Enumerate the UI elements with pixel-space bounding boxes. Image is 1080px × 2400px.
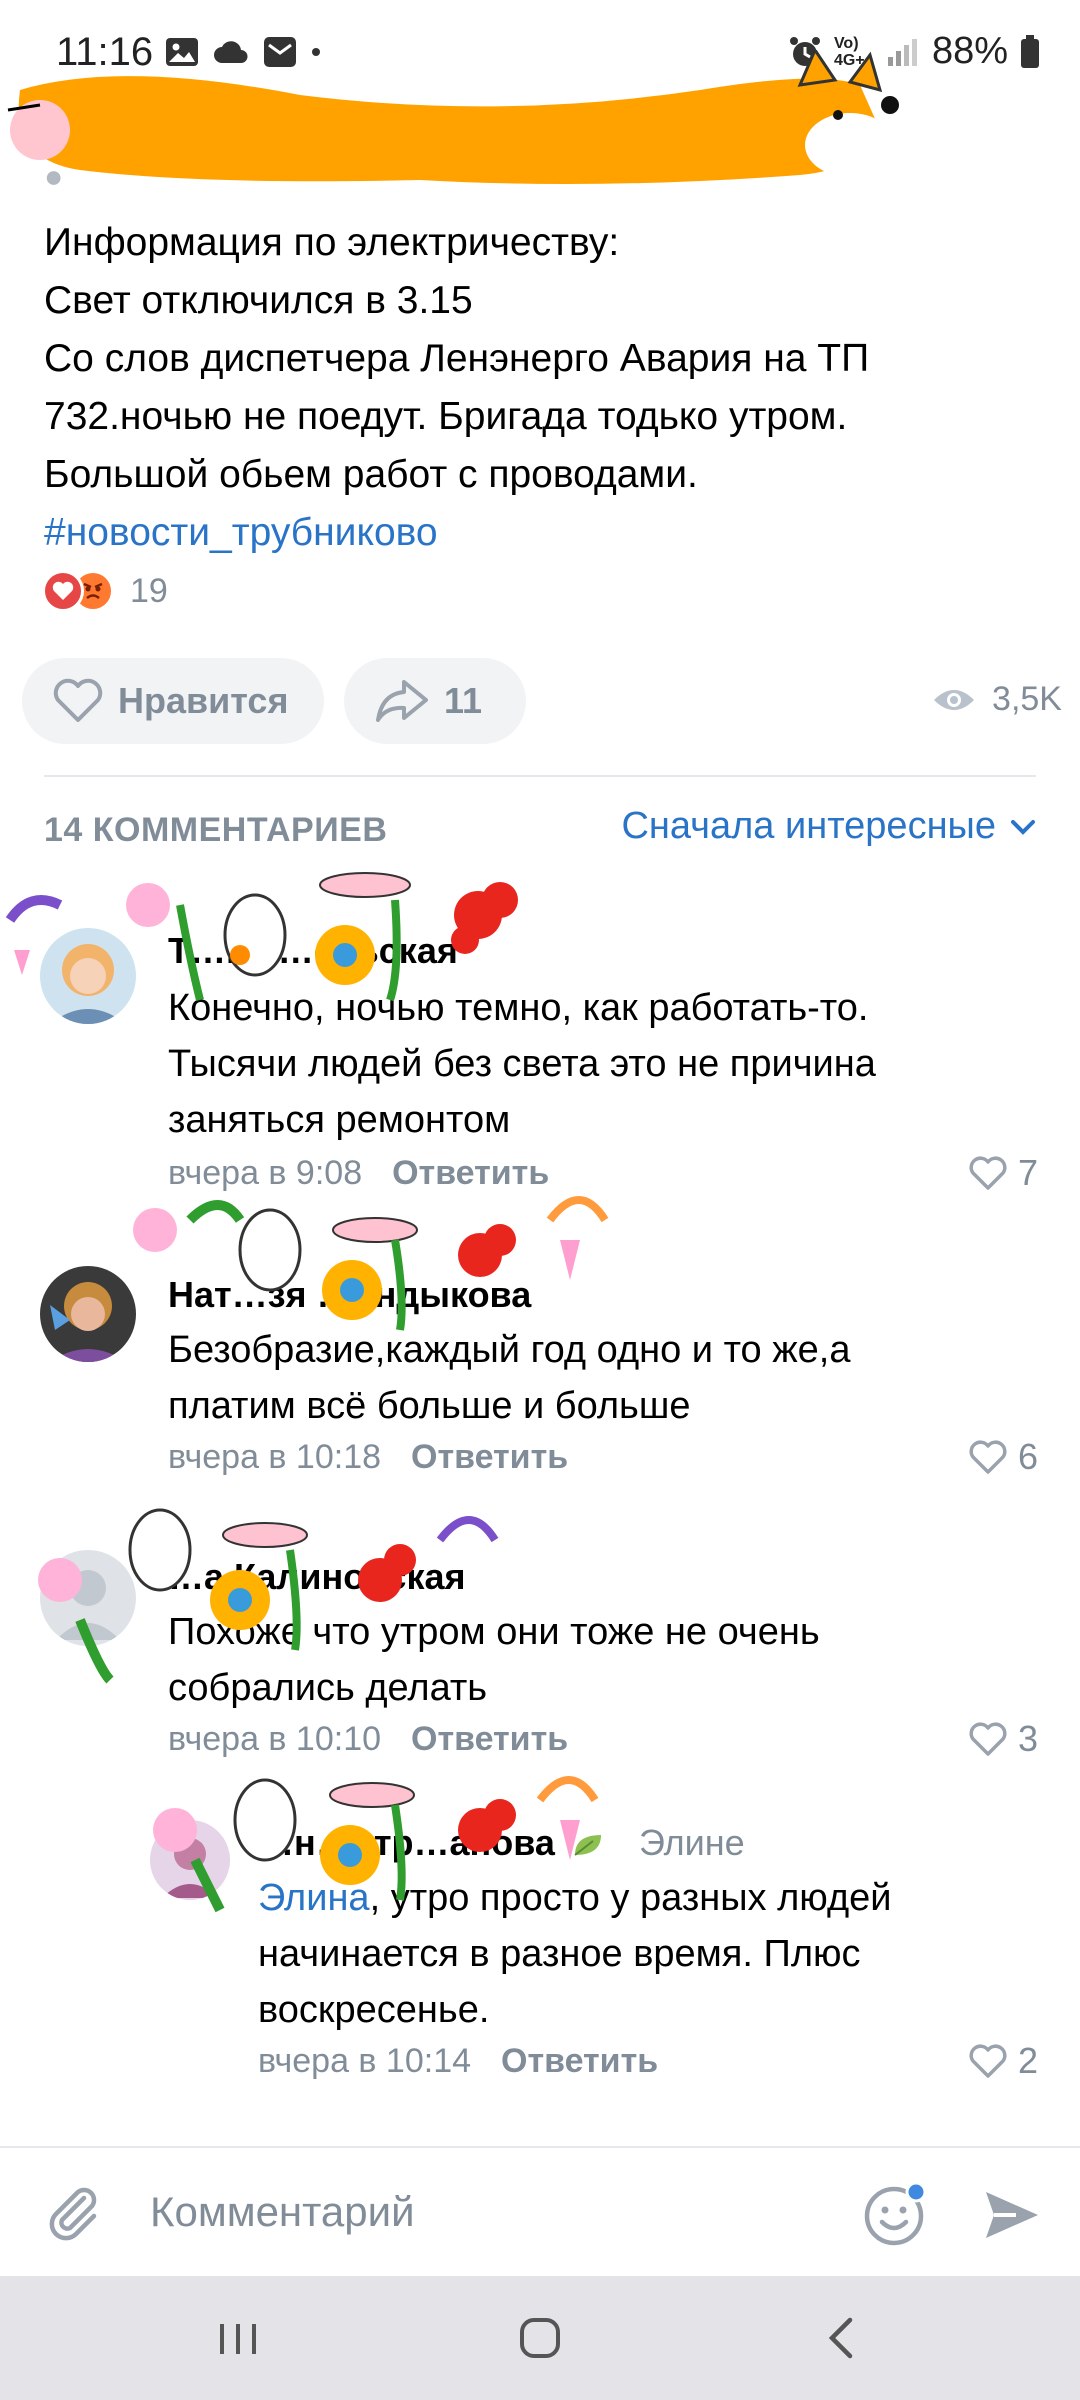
eye-icon [934, 689, 975, 710]
comment-time: вчера в 10:18 [168, 1438, 382, 1476]
comment-like-button[interactable]: 7 [968, 1152, 1038, 1194]
comment-line: Похоже что утром они тоже не очень [168, 1611, 820, 1653]
comment-author[interactable]: Т…на …ельская [168, 930, 458, 972]
like-button[interactable]: Нравится [22, 658, 324, 744]
reply-button[interactable]: Ответить [411, 1720, 568, 1759]
comments-header: 14 КОММЕНТАРИЕВ Сначала интересные [44, 805, 1036, 855]
back-icon[interactable] [814, 2310, 870, 2366]
post-body: Информация по электричеству: Свет отключ… [44, 214, 1044, 562]
battery-percent: 88% [931, 30, 1008, 72]
comment-text: Конечно, ночью темно, как работать-то. Т… [168, 980, 876, 1148]
corgi-sticker [7, 50, 899, 184]
reply-button[interactable]: Ответить [501, 2042, 658, 2081]
avatar[interactable] [40, 1266, 136, 1362]
chevron-down-icon [1011, 819, 1035, 835]
comment: …а Калиновская Похоже что утром они тоже… [0, 1530, 1080, 1770]
comments-count: 14 КОММЕНТАРИЕВ [44, 811, 388, 849]
comment-text: Похоже что утром они тоже не очень собра… [168, 1604, 820, 1716]
divider [44, 775, 1036, 777]
post-line: Со слов диспетчера Ленэнерго Авария на Т… [44, 337, 870, 380]
comment: Нат…зя …индыкова Безобразие,каждый год о… [0, 1230, 1080, 1490]
heart-outline-icon [969, 1440, 1007, 1474]
comment-author[interactable]: …а Калиновская [168, 1556, 466, 1598]
sort-label: Сначала интересные [621, 805, 996, 847]
reactions-count: 19 [130, 571, 168, 610]
comment-like-count: 6 [1017, 1436, 1038, 1477]
reply-to-name[interactable]: Элине [639, 1822, 745, 1863]
comment-like-button[interactable]: 3 [968, 1718, 1038, 1760]
comment-reply: …н…итр…анова Элине Элина, утро просто у … [0, 1800, 1080, 2100]
recent-apps-icon[interactable] [210, 2310, 266, 2366]
views-count: 3,5K [992, 680, 1062, 718]
comment-line: заняться ремонтом [168, 1099, 511, 1141]
post-line: Информация по электричеству: [44, 221, 620, 264]
comment-time: вчера в 10:14 [258, 2042, 472, 2080]
system-nav-bar [0, 2276, 1080, 2400]
avatar[interactable] [40, 1550, 136, 1646]
comment-line: воскресенье. [258, 1989, 490, 2031]
comment-line: собрались делать [168, 1667, 488, 1709]
share-count: 11 [444, 680, 483, 721]
heart-outline-icon [53, 678, 103, 722]
leaf-icon [574, 1835, 601, 1857]
comment-like-count: 7 [1017, 1152, 1038, 1193]
reply-button[interactable]: Ответить [411, 1438, 568, 1477]
post-actions: Нравится 11 3,5K [22, 658, 1062, 744]
comment-line: Конечно, ночью темно, как работать-то. [168, 987, 869, 1029]
home-icon[interactable] [512, 2310, 568, 2366]
mention-link[interactable]: Элина [258, 1877, 370, 1919]
post-line: 732.ночью не поедут. Бригада тодько утро… [44, 395, 848, 438]
share-arrow-icon [376, 680, 428, 722]
comment-line: платим всё больше и больше [168, 1385, 691, 1427]
like-label: Нравится [118, 680, 289, 721]
post-line: Свет отключился в 3.15 [44, 279, 473, 322]
comment-line: Безобразие,каждый год одно и то же,а [168, 1329, 851, 1371]
comment-author[interactable]: …н…итр…анова [258, 1822, 555, 1863]
comment-meta: вчера в 10:10 Ответить [168, 1720, 568, 1759]
heart-outline-icon [969, 1156, 1007, 1190]
comment-line: Тысячи людей без света это не причина [168, 1043, 876, 1085]
comment-line: начинается в разное время. Плюс [258, 1933, 861, 1975]
share-button[interactable]: 11 [344, 658, 526, 744]
avatar[interactable] [150, 1820, 230, 1900]
comment-meta: вчера в 10:14 Ответить [258, 2042, 658, 2081]
comment-meta: вчера в 9:08 Ответить [168, 1154, 549, 1193]
comment-like-count: 2 [1017, 2040, 1038, 2081]
emoji-icon[interactable] [862, 2180, 930, 2248]
reply-button[interactable]: Ответить [392, 1154, 549, 1193]
post-line: Большой обьем работ с проводами. [44, 453, 698, 496]
sort-comments-button[interactable]: Сначала интересные [621, 805, 1036, 848]
comment-time: вчера в 9:08 [168, 1154, 363, 1192]
comment-composer [0, 2146, 1080, 2276]
comment-like-button[interactable]: 2 [968, 2040, 1038, 2082]
comment-like-count: 3 [1017, 1718, 1038, 1759]
comment-author[interactable]: Нат…зя …индыкова [168, 1274, 531, 1316]
comment-like-button[interactable]: 6 [968, 1436, 1038, 1478]
post-author-peek: ● [44, 158, 64, 194]
reactions-summary[interactable]: 19 [42, 570, 168, 612]
views-counter: 3,5K [932, 680, 1062, 719]
comment-input[interactable] [150, 2176, 830, 2248]
comment-meta: вчера в 10:18 Ответить [168, 1438, 568, 1477]
comment-author-row: …н…итр…анова Элине [258, 1822, 745, 1864]
heart-reaction-icon [42, 570, 84, 612]
send-icon[interactable] [982, 2186, 1042, 2244]
avatar[interactable] [40, 928, 136, 1024]
comment-line: Элина, утро просто у разных людей [258, 1870, 891, 1926]
heart-outline-icon [969, 2044, 1007, 2078]
paperclip-icon[interactable] [44, 2184, 104, 2244]
comment: Т…на …ельская Конечно, ночью темно, как … [0, 910, 1080, 1200]
comment-line-rest: , утро просто у разных людей [369, 1877, 892, 1919]
comment-time: вчера в 10:10 [168, 1720, 382, 1758]
comment-text: Безобразие,каждый год одно и то же,а пла… [168, 1322, 851, 1434]
heart-outline-icon [969, 1722, 1007, 1756]
post-hashtag-link[interactable]: #новости_трубниково [44, 504, 1044, 562]
battery-icon [1021, 34, 1039, 68]
comment-text: Элина, утро просто у разных людей начина… [258, 1870, 891, 2038]
